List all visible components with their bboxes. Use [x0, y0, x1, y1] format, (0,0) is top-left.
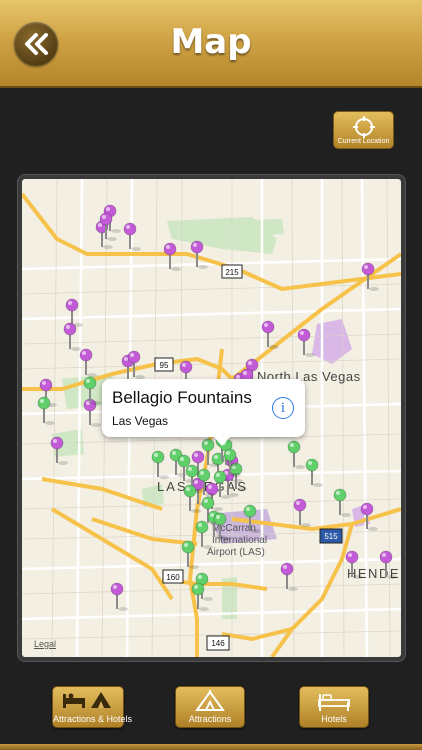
shield-95-icon: 95	[154, 357, 174, 372]
hotel-map-pin[interactable]	[333, 488, 351, 517]
tent-icon	[195, 690, 225, 711]
nav-header: Map	[0, 0, 422, 88]
attraction-map-pin[interactable]	[110, 582, 128, 611]
tab-attractions-label: Attractions	[188, 714, 232, 724]
current-location-label: Current Location	[337, 138, 390, 145]
tab-attractions-and-hotels-label: Attractions & Hotels	[53, 714, 133, 724]
callout-title: Bellagio Fountains	[112, 388, 252, 407]
shield-146-label: 146	[211, 639, 225, 648]
map-view[interactable]: North Las Vegas LAS VEGAS HENDER McCarra…	[22, 179, 401, 657]
info-icon[interactable]: i	[272, 397, 294, 419]
shield-160-icon: 160	[162, 569, 184, 584]
shield-515-label: 515	[324, 532, 338, 541]
bottom-strip	[0, 744, 422, 750]
map-callout[interactable]: Bellagio Fountains Las Vegas i	[102, 379, 305, 446]
attraction-map-pin[interactable]	[79, 348, 97, 377]
legal-link[interactable]: Legal	[34, 639, 56, 649]
shield-95-label: 95	[160, 361, 169, 370]
callout-subtitle: Las Vegas	[112, 414, 169, 428]
shield-215-label: 215	[225, 268, 239, 277]
map-frame: North Las Vegas LAS VEGAS HENDER McCarra…	[18, 175, 405, 661]
map-label-airport-3: Airport (LAS)	[207, 547, 265, 558]
hotel-map-pin[interactable]	[37, 396, 55, 425]
attraction-map-pin[interactable]	[163, 242, 181, 271]
shield-160-label: 160	[166, 573, 180, 582]
tab-bar: Attractions & Hotels Attractions Hotels	[0, 675, 422, 750]
shield-515-icon: 515	[319, 528, 343, 544]
attraction-map-pin[interactable]	[293, 498, 311, 527]
page-title: Map	[170, 22, 252, 62]
attraction-map-pin[interactable]	[63, 322, 81, 351]
tab-hotels-label: Hotels	[321, 714, 347, 724]
tab-hotels[interactable]: Hotels	[299, 686, 369, 728]
current-location-button[interactable]: Current Location	[333, 111, 394, 149]
crosshair-icon	[352, 116, 375, 138]
hotel-map-pin[interactable]	[287, 440, 305, 469]
bed-and-tent-icon	[63, 692, 111, 708]
shield-146-icon: 146	[206, 635, 230, 651]
tab-attractions[interactable]: Attractions	[175, 686, 245, 728]
shield-215-icon: 215	[221, 264, 243, 279]
tab-attractions-and-hotels[interactable]: Attractions & Hotels	[52, 686, 133, 728]
bed-icon	[318, 694, 350, 711]
